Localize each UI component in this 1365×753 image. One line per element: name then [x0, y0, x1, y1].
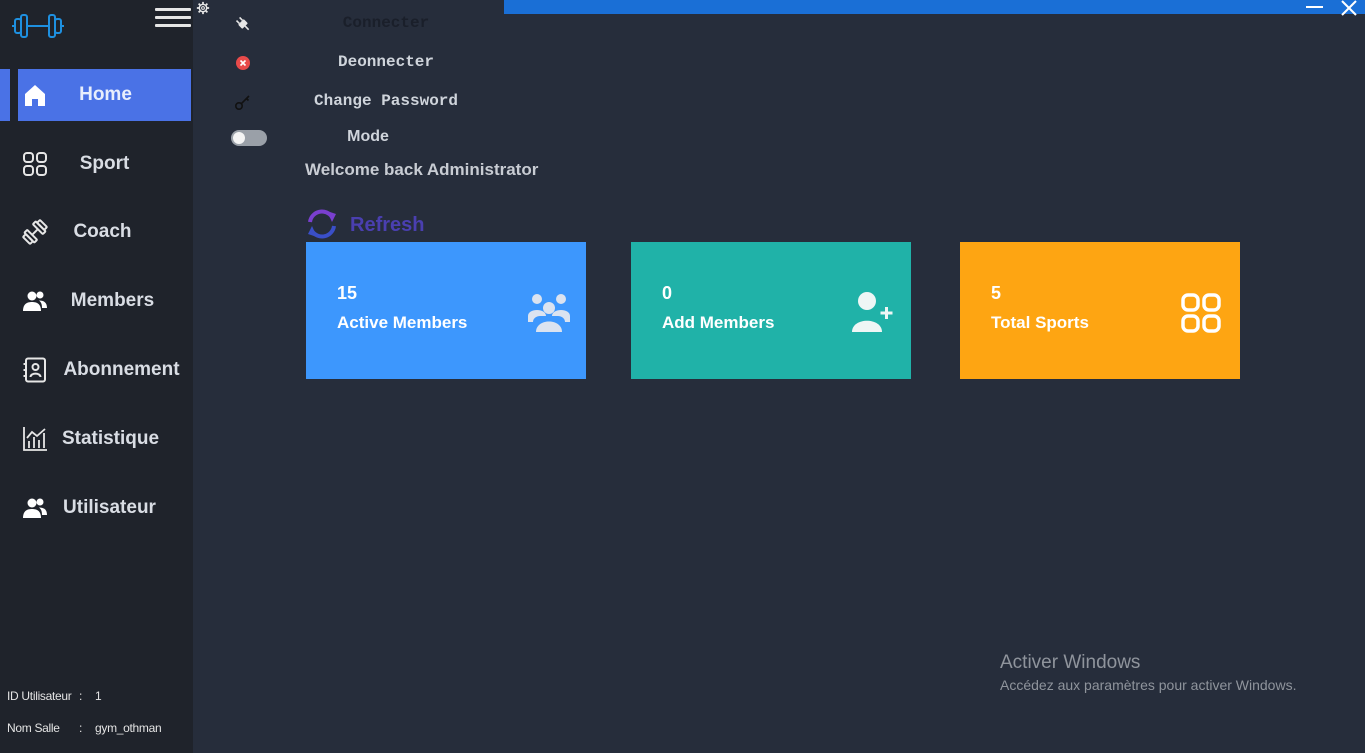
sidebar-item-utilisateur[interactable]: Utilisateur — [0, 482, 193, 534]
hamburger-menu-button[interactable] — [155, 4, 191, 34]
sidebar-item-label: Sport — [79, 153, 130, 174]
menu-item-change-password[interactable]: Change Password — [228, 87, 504, 115]
sidebar-item-statistique[interactable]: Statistique — [0, 413, 193, 465]
active-indicator — [0, 69, 10, 121]
sidebar-item-home[interactable]: Home — [0, 69, 193, 121]
user-id-label: ID Utilisateur — [7, 689, 72, 703]
refresh-label: Refresh — [350, 214, 425, 236]
gym-name-value: gym_othman — [95, 721, 162, 735]
windows-activation-watermark: Activer Windows Accédez aux paramètres p… — [1000, 652, 1296, 693]
user-id-value: 1 — [95, 689, 102, 703]
minimize-button[interactable] — [1306, 6, 1323, 8]
close-icon[interactable] — [1339, 0, 1359, 16]
sidebar-item-members[interactable]: Members — [0, 275, 193, 327]
separator: : — [79, 689, 83, 703]
sidebar-item-label: Coach — [73, 221, 132, 242]
card-label: Add Members — [662, 313, 775, 332]
key-icon — [234, 95, 250, 111]
gym-name-label: Nom Salle — [7, 721, 60, 735]
refresh-icon — [308, 209, 336, 239]
refresh-button[interactable]: Refresh — [305, 208, 435, 240]
sidebar-item-label: Abonnement — [63, 359, 180, 380]
card-value: 15 — [337, 283, 358, 303]
sidebar-item-abonnement[interactable]: Abonnement — [0, 344, 193, 396]
mode-toggle[interactable] — [231, 130, 267, 146]
menu-item-connect[interactable]: Connecter — [228, 9, 504, 37]
sidebar-item-label: Home — [79, 84, 132, 105]
card-total-sports[interactable]: 5 Total Sports — [960, 242, 1240, 379]
add-user-icon — [852, 292, 893, 332]
menu-item-label: Deonnecter — [337, 53, 434, 71]
sidebar-item-coach[interactable]: Coach — [0, 206, 193, 258]
card-label: Total Sports — [991, 313, 1089, 332]
contact-book-icon — [23, 357, 46, 383]
card-value: 5 — [991, 283, 1002, 303]
card-label: Active Members — [337, 313, 468, 332]
dumbbell-logo-icon — [12, 14, 64, 38]
sidebar-item-label: Utilisateur — [63, 497, 156, 518]
card-value: 0 — [662, 283, 673, 303]
group-icon — [528, 294, 570, 332]
watermark-subtitle: Accédez aux paramètres pour activer Wind… — [1000, 677, 1297, 693]
sidebar: Home Sport Coach Members Abonnement Stat… — [0, 0, 193, 753]
sidebar-item-sport[interactable]: Sport — [0, 138, 193, 190]
menu-item-disconnect[interactable]: Deonnecter — [228, 48, 504, 76]
mode-label: Mode — [347, 128, 389, 145]
gear-icon[interactable] — [196, 1, 210, 15]
sidebar-item-label: Statistique — [61, 428, 160, 449]
menu-item-label: Change Password — [313, 92, 459, 110]
card-active-members[interactable]: 15 Active Members — [306, 242, 586, 379]
separator: : — [79, 721, 83, 735]
card-add-members[interactable]: 0 Add Members — [631, 242, 911, 379]
menu-item-label: Connecter — [342, 14, 430, 32]
watermark-title: Activer Windows — [1000, 652, 1141, 673]
welcome-text: Welcome back Administrator — [305, 160, 539, 179]
error-circle-icon — [236, 56, 250, 70]
grid-icon — [1181, 293, 1221, 333]
sidebar-item-label: Members — [70, 290, 155, 311]
plug-icon — [235, 16, 250, 31]
